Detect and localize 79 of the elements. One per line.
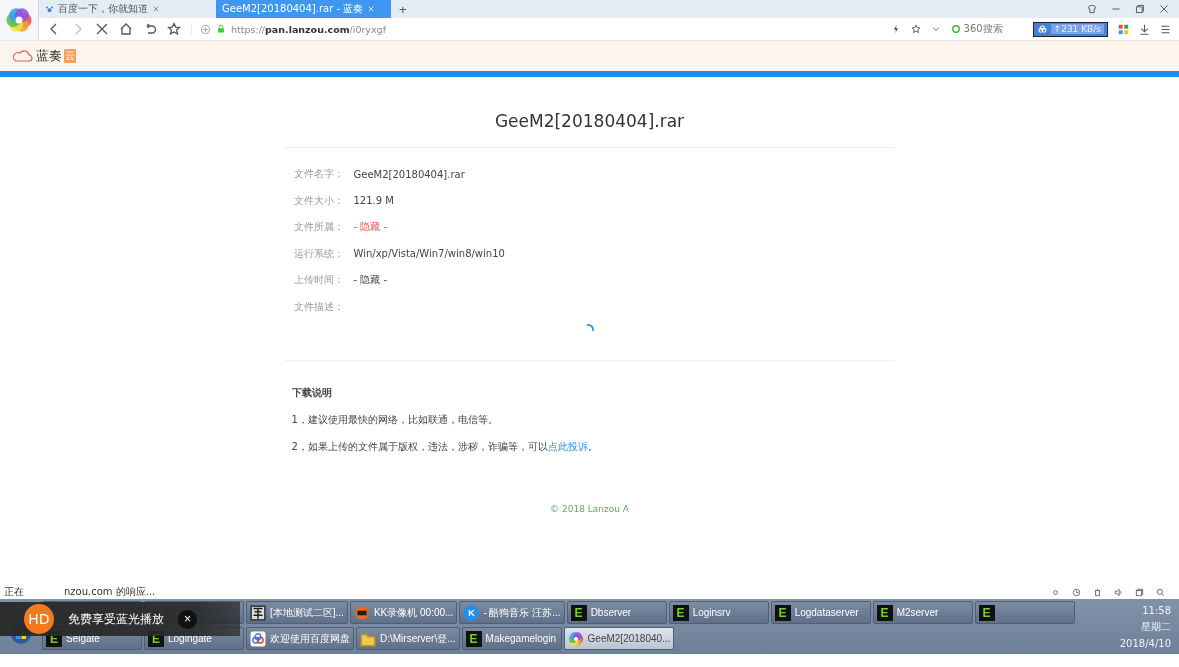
taskbar-button[interactable]: E Dbserver [566,601,667,624]
download-icon [1139,23,1150,35]
cloud-icon [1036,23,1048,35]
note-text: 1，建议使用最快的网络，比如联通，电信等。 [291,413,499,427]
field-value: 121.9 M [353,195,394,207]
app-icon: E [978,604,995,621]
app-icon: E [876,604,893,621]
taskbar-button[interactable]: [本地测试二区]... [246,601,348,624]
taskbar-button[interactable]: E Loginsrv [668,601,769,624]
taskbar-button[interactable]: KK录像机 00:00... [349,601,458,624]
restore-icon [1135,4,1145,14]
browser-logo-button[interactable] [0,0,39,40]
search-icon [1156,587,1165,597]
site-logo-text: 蓝奏 [36,47,62,65]
star-icon [910,24,921,34]
logo-badge: 云 [64,49,76,63]
cloud-icon [250,630,266,647]
lock-icon [216,24,226,34]
ring-icon [950,24,961,34]
promo-text: 免费享受蓝光播放 [68,610,164,628]
trash-icon [1093,587,1102,597]
field-label: 文件描述： [293,299,345,314]
apps-icon [1118,23,1129,35]
field-label: 上传时间： [293,273,345,288]
history-icon [1072,587,1081,597]
caret-icon [930,24,941,34]
copyright-text: © 2018 Lanzou A [550,504,629,514]
app-icon: K [463,604,480,621]
close-icon [152,5,160,13]
app-icon: E [465,630,482,647]
home-icon [119,22,133,36]
clock-date: 2018/4/10 [1119,637,1171,649]
taskbar-button[interactable]: E [974,601,1075,624]
paw-icon [45,4,54,14]
status-text: nzou.com 的响应... [64,585,156,599]
close-button[interactable]: × [178,609,197,629]
taskbar-button[interactable]: 欢迎使用百度网盘 [246,627,354,650]
taskbar-button[interactable]: GeeM2[2018040... [563,627,675,650]
stop-icon [95,22,109,36]
file-title: GeeM2[20180404].rar [493,111,686,133]
windows-icon [1135,587,1144,597]
app-icon [250,604,266,621]
notes-heading: 下载说明 [291,386,333,400]
clock-time: 11:58 [1142,604,1171,616]
browser-icon [567,630,584,647]
field-label: 文件所属： [293,220,345,235]
cloud-icon [12,49,34,63]
complaint-link[interactable]: 点此投诉 [547,441,588,452]
clock-weekday: 星期二 [1141,619,1171,634]
field-label: 文件名字： [293,167,345,182]
field-value: Win/xp/Vista/Win7/win8/win10 [353,248,505,260]
field-value: GeeM2[20180404].rar [353,168,465,180]
address-bar[interactable]: https://pan.lanzou.com/i0ryxgf [191,23,881,35]
field-value: - 隐藏 - [353,273,388,288]
field-value: - 隐藏 - [353,220,388,235]
star-icon [167,22,181,36]
taskbar-button[interactable]: D:\Mirserver\登... [356,627,460,650]
taskbar-button[interactable]: E M2server [872,601,973,624]
taskbar-button[interactable]: E Makegamelogin [461,627,562,650]
hd-badge: HD [24,604,54,634]
status-text: 正在 [4,585,24,599]
field-label: 文件大小： [293,193,345,208]
taskbar-button[interactable]: E Logdataserver [770,601,871,624]
app-icon: E [774,604,791,621]
close-icon [367,5,376,13]
loading-spinner [585,323,595,333]
note-text: 2，如果上传的文件属于版权，违法，涉秽，诈骗等，可以点此投诉。 [291,440,599,454]
browser-logo-icon [5,6,33,34]
menu-icon [1160,23,1171,35]
shirt-icon [1087,4,1097,14]
app-icon: E [570,604,587,621]
close-icon [1159,4,1169,14]
camera-icon [353,604,370,621]
speaker-icon [1114,587,1123,597]
app-icon: E [672,604,689,621]
search-engine-button[interactable]: 360搜索 [950,22,1003,36]
field-label: 运行系统： [293,246,345,261]
taskbar-button[interactable]: K - 酷狗音乐 汪苏... [459,601,565,624]
new-tab-button[interactable]: + [393,0,413,18]
